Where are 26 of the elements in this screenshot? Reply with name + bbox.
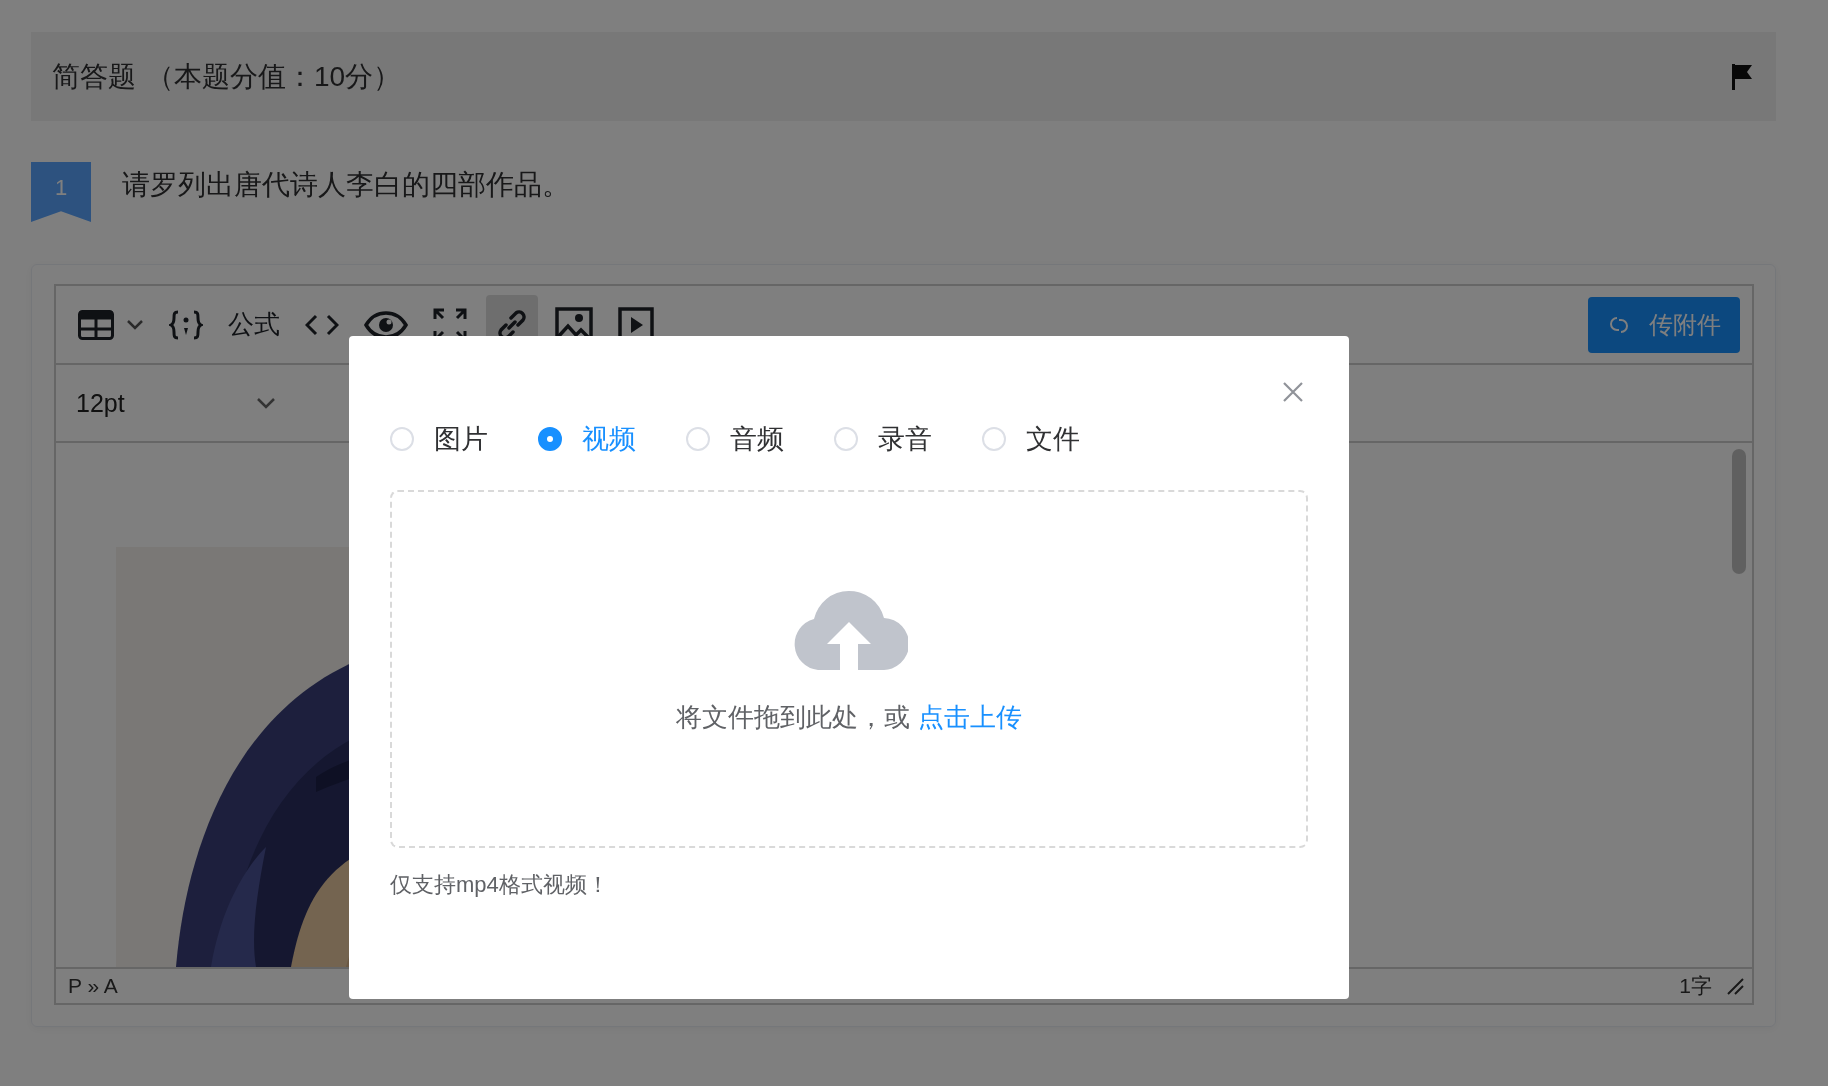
- media-type-radio[interactable]: 图片: [390, 421, 488, 457]
- media-type-radio[interactable]: 录音: [834, 421, 932, 457]
- code-icon: [305, 312, 339, 337]
- media-type-radio[interactable]: 视频: [538, 421, 636, 457]
- flag-icon[interactable]: [1730, 62, 1754, 91]
- word-count: 1字: [1679, 973, 1712, 999]
- element-path: P » A: [68, 974, 118, 998]
- resize-handle-icon[interactable]: [1726, 977, 1744, 995]
- score-label: （本题分值：10分）: [146, 59, 402, 94]
- caret-icon: [126, 318, 144, 331]
- media-type-radio[interactable]: 文件: [982, 421, 1080, 457]
- formula-button[interactable]: 公式: [222, 294, 286, 355]
- question-text: 请罗列出唐代诗人李白的四部作品。: [122, 168, 570, 202]
- table-icon: [78, 309, 114, 340]
- click-upload-link[interactable]: 点击上传: [918, 702, 1022, 732]
- scrollbar[interactable]: [1732, 449, 1746, 574]
- question-number-badge: 1: [31, 162, 91, 222]
- close-icon[interactable]: [1281, 380, 1305, 404]
- caret-icon: [256, 397, 276, 409]
- media-type-radio[interactable]: 音频: [686, 421, 784, 457]
- code-sample-icon: [169, 309, 203, 340]
- format-hint: 仅支持mp4格式视频！: [390, 871, 610, 899]
- drop-instruction: 将文件拖到此处，或 点击上传: [676, 701, 1022, 734]
- font-size-select[interactable]: 12pt: [76, 388, 276, 418]
- upload-drop-area[interactable]: 将文件拖到此处，或 点击上传: [390, 490, 1308, 848]
- section-title: 简答题: [52, 59, 136, 94]
